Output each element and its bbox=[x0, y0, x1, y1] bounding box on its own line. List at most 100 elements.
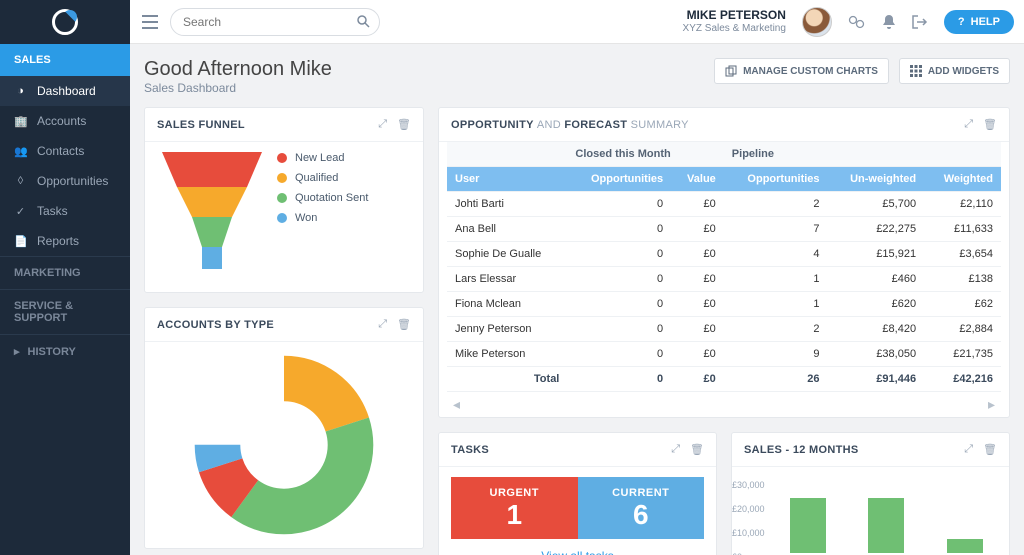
trash-icon[interactable]: 🗑 bbox=[983, 443, 997, 456]
col-weighted[interactable]: Weighted bbox=[924, 167, 1001, 192]
card-title: SALES - 12 MONTHS bbox=[744, 444, 859, 456]
manage-charts-button[interactable]: MANAGE CUSTOM CHARTS bbox=[714, 58, 889, 84]
table-row[interactable]: Johti Barti0£02£5,700£2,110 bbox=[447, 192, 1001, 217]
col-opp[interactable]: Opportunities bbox=[567, 167, 671, 192]
users-icon: 👥 bbox=[14, 145, 27, 158]
sidebar-item-contacts[interactable]: 👥Contacts bbox=[0, 136, 130, 166]
table-row[interactable]: Lars Elessar0£01£460£138 bbox=[447, 267, 1001, 292]
card-title: SALES FUNNEL bbox=[157, 119, 245, 131]
table-total-row: Total0£026£91,446£42,216 bbox=[447, 367, 1001, 392]
bar-column[interactable]: 11/2018 bbox=[939, 539, 991, 555]
sidebar-item-dashboard[interactable]: ◑ Dashboard bbox=[0, 76, 130, 106]
legend-label: Quotation Sent bbox=[295, 192, 368, 204]
table-group-closed: Closed this Month bbox=[567, 142, 723, 167]
bar-column[interactable]: 9/2018 bbox=[782, 498, 834, 555]
sidebar-item-label: Reports bbox=[37, 234, 79, 248]
table-row[interactable]: Mike Peterson0£09£38,050£21,735 bbox=[447, 342, 1001, 367]
legend-item: Quotation Sent bbox=[277, 192, 368, 204]
page-subtitle: Sales Dashboard bbox=[144, 81, 332, 95]
help-button[interactable]: ? HELP bbox=[944, 10, 1014, 34]
gauge-icon: ◑ bbox=[14, 85, 27, 97]
search-input[interactable] bbox=[170, 8, 380, 36]
tile-count: 6 bbox=[582, 499, 701, 531]
legend-item: Won bbox=[277, 212, 368, 224]
expand-icon[interactable]: ⤢ bbox=[964, 118, 973, 131]
expand-icon[interactable]: ⤢ bbox=[964, 443, 973, 456]
sidebar-item-label: Dashboard bbox=[37, 84, 96, 98]
check-icon: ✓ bbox=[14, 205, 27, 218]
chevron-right-icon[interactable]: ▸ bbox=[988, 396, 995, 413]
topbar: MIKE PETERSON XYZ Sales & Marketing ? HE… bbox=[0, 0, 1024, 44]
user-block[interactable]: MIKE PETERSON XYZ Sales & Marketing bbox=[683, 9, 786, 33]
legend-item: Qualified bbox=[277, 172, 368, 184]
logout-icon[interactable] bbox=[912, 15, 928, 29]
sidebar-section-sales[interactable]: SALES bbox=[0, 44, 130, 76]
table-row[interactable]: Sophie De Gualle0£04£15,921£3,654 bbox=[447, 242, 1001, 267]
sidebar-section-marketing[interactable]: MARKETING bbox=[0, 256, 130, 289]
expand-icon[interactable]: ⤢ bbox=[671, 443, 680, 456]
button-label: ADD WIDGETS bbox=[928, 66, 999, 77]
settings-icon[interactable] bbox=[848, 15, 866, 29]
chevron-left-icon[interactable]: ◂ bbox=[453, 396, 460, 413]
grid-icon bbox=[910, 65, 922, 77]
legend-label: Qualified bbox=[295, 172, 338, 184]
sidebar-item-accounts[interactable]: 🏢Accounts bbox=[0, 106, 130, 136]
table-row[interactable]: Jenny Peterson0£02£8,420£2,884 bbox=[447, 317, 1001, 342]
right-column: OPPORTUNITY AND FORECAST SUMMARY ⤢ 🗑 Clo… bbox=[438, 107, 1010, 555]
add-widgets-button[interactable]: ADD WIDGETS bbox=[899, 58, 1010, 84]
page-header: Good Afternoon Mike Sales Dashboard MANA… bbox=[144, 58, 1010, 95]
topbar-right: MIKE PETERSON XYZ Sales & Marketing ? HE… bbox=[683, 7, 1014, 37]
search-wrapper bbox=[170, 8, 380, 36]
building-icon: 🏢 bbox=[14, 115, 27, 128]
table-row[interactable]: Ana Bell0£07£22,275£11,633 bbox=[447, 217, 1001, 242]
sidebar-item-opportunities[interactable]: ◊Opportunities bbox=[0, 166, 130, 196]
trash-icon[interactable]: 🗑 bbox=[690, 443, 704, 456]
sidebar-item-tasks[interactable]: ✓ Tasks bbox=[0, 196, 130, 226]
sidebar-item-label: Opportunities bbox=[37, 174, 108, 188]
bar bbox=[790, 498, 826, 553]
menu-toggle-icon[interactable] bbox=[142, 15, 158, 29]
funnel-legend: New Lead Qualified Quotation Sent Won bbox=[277, 152, 368, 232]
col-value[interactable]: Value bbox=[671, 167, 724, 192]
col-opp2[interactable]: Opportunities bbox=[724, 167, 828, 192]
sidebar: SALES ◑ Dashboard 🏢Accounts 👥Contacts ◊Op… bbox=[0, 44, 130, 555]
sidebar-items: ◑ Dashboard 🏢Accounts 👥Contacts ◊Opportun… bbox=[0, 76, 130, 256]
col-unweighted[interactable]: Un-weighted bbox=[828, 167, 925, 192]
tile-count: 1 bbox=[455, 499, 574, 531]
bar bbox=[947, 539, 983, 553]
trash-icon[interactable]: 🗑 bbox=[983, 118, 997, 131]
opportunity-table: Closed this Month Pipeline User Opportun… bbox=[447, 142, 1001, 392]
expand-icon[interactable]: ⤢ bbox=[378, 318, 387, 331]
table-row[interactable]: Fiona Mclean0£01£620£62 bbox=[447, 292, 1001, 317]
legend-dot bbox=[277, 193, 287, 203]
bar-column[interactable]: 10/2018 bbox=[860, 498, 912, 555]
tasks-current-tile[interactable]: CURRENT 6 bbox=[578, 477, 705, 539]
user-company: XYZ Sales & Marketing bbox=[683, 23, 786, 34]
sidebar-item-label: Tasks bbox=[37, 204, 68, 218]
card-title: TASKS bbox=[451, 444, 489, 456]
main: Good Afternoon Mike Sales Dashboard MANA… bbox=[130, 44, 1024, 555]
expand-icon[interactable]: ⤢ bbox=[378, 118, 387, 131]
search-icon[interactable] bbox=[357, 15, 370, 28]
card-title: ACCOUNTS BY TYPE bbox=[157, 319, 274, 331]
card-sales-funnel: SALES FUNNEL ⤢ 🗑 bbox=[144, 107, 424, 293]
logo[interactable] bbox=[0, 0, 130, 44]
tasks-urgent-tile[interactable]: URGENT 1 bbox=[451, 477, 578, 539]
avatar[interactable] bbox=[802, 7, 832, 37]
sidebar-item-reports[interactable]: 📄 Reports bbox=[0, 226, 130, 256]
bell-icon[interactable] bbox=[882, 14, 896, 30]
copy-icon bbox=[725, 65, 737, 77]
trash-icon[interactable]: 🗑 bbox=[397, 318, 411, 331]
legend-dot bbox=[277, 153, 287, 163]
report-icon: 📄 bbox=[14, 235, 27, 248]
col-user[interactable]: User bbox=[447, 167, 567, 192]
card-title: OPPORTUNITY AND FORECAST SUMMARY bbox=[451, 119, 689, 131]
view-all-tasks-link[interactable]: View all tasks bbox=[451, 545, 704, 555]
sidebar-section-history[interactable]: ▸HISTORY bbox=[0, 334, 130, 368]
sidebar-section-service[interactable]: SERVICE & SUPPORT bbox=[0, 289, 130, 334]
legend-dot bbox=[277, 173, 287, 183]
ytick: £20,000 bbox=[732, 504, 765, 514]
trash-icon[interactable]: 🗑 bbox=[397, 118, 411, 131]
tile-label: URGENT bbox=[455, 487, 574, 499]
bar-chart: 9/2018 10/2018 11/2018 bbox=[776, 477, 997, 555]
